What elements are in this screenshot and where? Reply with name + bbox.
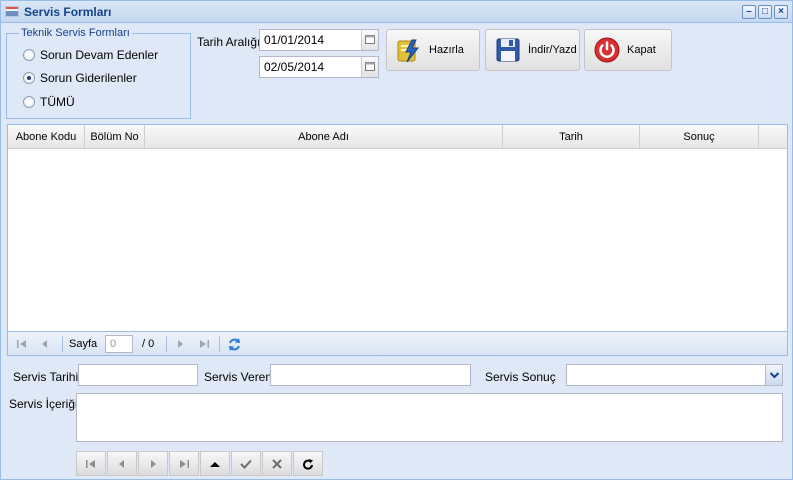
service-date-input[interactable] bbox=[78, 364, 198, 386]
service-result-combo[interactable] bbox=[566, 364, 783, 386]
page-number-input[interactable] bbox=[105, 335, 133, 353]
hazirla-button[interactable]: Hazırla bbox=[386, 29, 480, 71]
end-date-calendar-icon[interactable] bbox=[361, 57, 378, 77]
radio-sorun-devam[interactable]: Sorun Devam Edenler bbox=[23, 48, 158, 62]
grid-body[interactable] bbox=[8, 150, 787, 330]
last-record-icon bbox=[180, 459, 189, 468]
filter-legend: Teknik Servis Formları bbox=[19, 27, 132, 39]
checkmark-icon bbox=[240, 459, 252, 469]
service-by-input[interactable] bbox=[270, 364, 471, 386]
record-nav-bar bbox=[76, 451, 324, 476]
service-date-label: Servis Tarihi bbox=[13, 370, 79, 384]
next-page-icon[interactable] bbox=[174, 338, 186, 350]
prev-page-icon[interactable] bbox=[39, 338, 51, 350]
grid-pager: Sayfa / 0 bbox=[8, 331, 787, 355]
page-label: Sayfa bbox=[69, 338, 98, 350]
radio-checked-icon bbox=[23, 72, 35, 84]
first-page-icon[interactable] bbox=[16, 338, 28, 350]
indir-yazdir-label: İndir/Yazd bbox=[528, 44, 577, 56]
add-record-button[interactable] bbox=[200, 451, 230, 476]
first-record-button[interactable] bbox=[76, 451, 106, 476]
lightning-icon bbox=[397, 39, 420, 63]
x-icon bbox=[272, 458, 282, 469]
prev-record-button[interactable] bbox=[107, 451, 137, 476]
service-result-label: Servis Sonuç bbox=[485, 370, 556, 384]
column-tarih[interactable]: Tarih bbox=[503, 125, 640, 149]
save-record-button[interactable] bbox=[231, 451, 261, 476]
grid-header: Abone Kodu Bölüm No Abone Adı Tarih Sonu… bbox=[8, 125, 787, 149]
service-by-label: Servis Veren bbox=[204, 370, 273, 384]
window-title: Servis Formları bbox=[24, 5, 112, 19]
cancel-record-button[interactable] bbox=[262, 451, 292, 476]
indir-yazdir-button[interactable]: İndir/Yazd bbox=[485, 29, 580, 71]
refresh-icon[interactable] bbox=[227, 337, 242, 352]
page-total: / 0 bbox=[142, 338, 155, 350]
radio-tumu[interactable]: TÜMÜ bbox=[23, 95, 75, 109]
close-icon[interactable]: × bbox=[774, 5, 788, 19]
next-record-button[interactable] bbox=[138, 451, 168, 476]
power-icon bbox=[594, 37, 620, 63]
maximize-icon[interactable]: □ bbox=[758, 5, 772, 19]
filter-fieldset: Teknik Servis Formları Sorun Devam Edenl… bbox=[6, 27, 191, 119]
radio-sorun-giderilen[interactable]: Sorun Giderilenler bbox=[23, 71, 137, 85]
title-bar[interactable]: Servis Formları – □ × bbox=[1, 1, 792, 23]
radio-label: Sorun Giderilenler bbox=[40, 71, 137, 85]
service-detail-form: Servis Tarihi Servis Veren Servis Sonuç … bbox=[4, 359, 789, 477]
column-abone-adi[interactable]: Abone Adı bbox=[145, 125, 503, 149]
refresh-record-button[interactable] bbox=[293, 451, 323, 476]
date-range-label: Tarih Aralığı bbox=[197, 35, 261, 49]
prev-record-icon bbox=[119, 459, 124, 468]
service-content-textarea[interactable] bbox=[76, 393, 783, 442]
first-record-icon bbox=[86, 459, 95, 468]
column-sonuc[interactable]: Sonuç bbox=[640, 125, 759, 149]
radio-label: Sorun Devam Edenler bbox=[40, 48, 159, 62]
column-abone-kodu[interactable]: Abone Kodu bbox=[8, 125, 85, 149]
servis-formlari-window: Servis Formları – □ × Teknik Servis Form… bbox=[0, 0, 793, 480]
last-record-button[interactable] bbox=[169, 451, 199, 476]
radio-label: TÜMÜ bbox=[40, 95, 75, 109]
kapat-button[interactable]: Kapat bbox=[584, 29, 672, 71]
service-content-label: Servis İçeriği bbox=[9, 397, 78, 411]
start-date-calendar-icon[interactable] bbox=[361, 30, 378, 50]
floppy-disk-icon bbox=[496, 38, 520, 62]
radio-icon bbox=[23, 96, 35, 108]
service-forms-grid: Abone Kodu Bölüm No Abone Adı Tarih Sonu… bbox=[7, 124, 788, 356]
last-page-icon[interactable] bbox=[198, 338, 210, 350]
service-result-dropdown-icon[interactable] bbox=[765, 365, 782, 385]
radio-icon bbox=[23, 49, 35, 61]
column-bolum-no[interactable]: Bölüm No bbox=[85, 125, 145, 149]
app-icon bbox=[5, 6, 19, 17]
next-record-icon bbox=[151, 459, 156, 468]
redo-icon bbox=[303, 458, 313, 470]
hazirla-label: Hazırla bbox=[429, 44, 464, 56]
pager-separator bbox=[219, 336, 220, 352]
up-triangle-icon bbox=[210, 461, 220, 467]
pager-separator bbox=[62, 336, 63, 352]
kapat-label: Kapat bbox=[627, 44, 656, 56]
filter-panel: Teknik Servis Formları Sorun Devam Edenl… bbox=[4, 26, 789, 121]
pager-separator bbox=[166, 336, 167, 352]
minimize-icon[interactable]: – bbox=[742, 5, 756, 19]
